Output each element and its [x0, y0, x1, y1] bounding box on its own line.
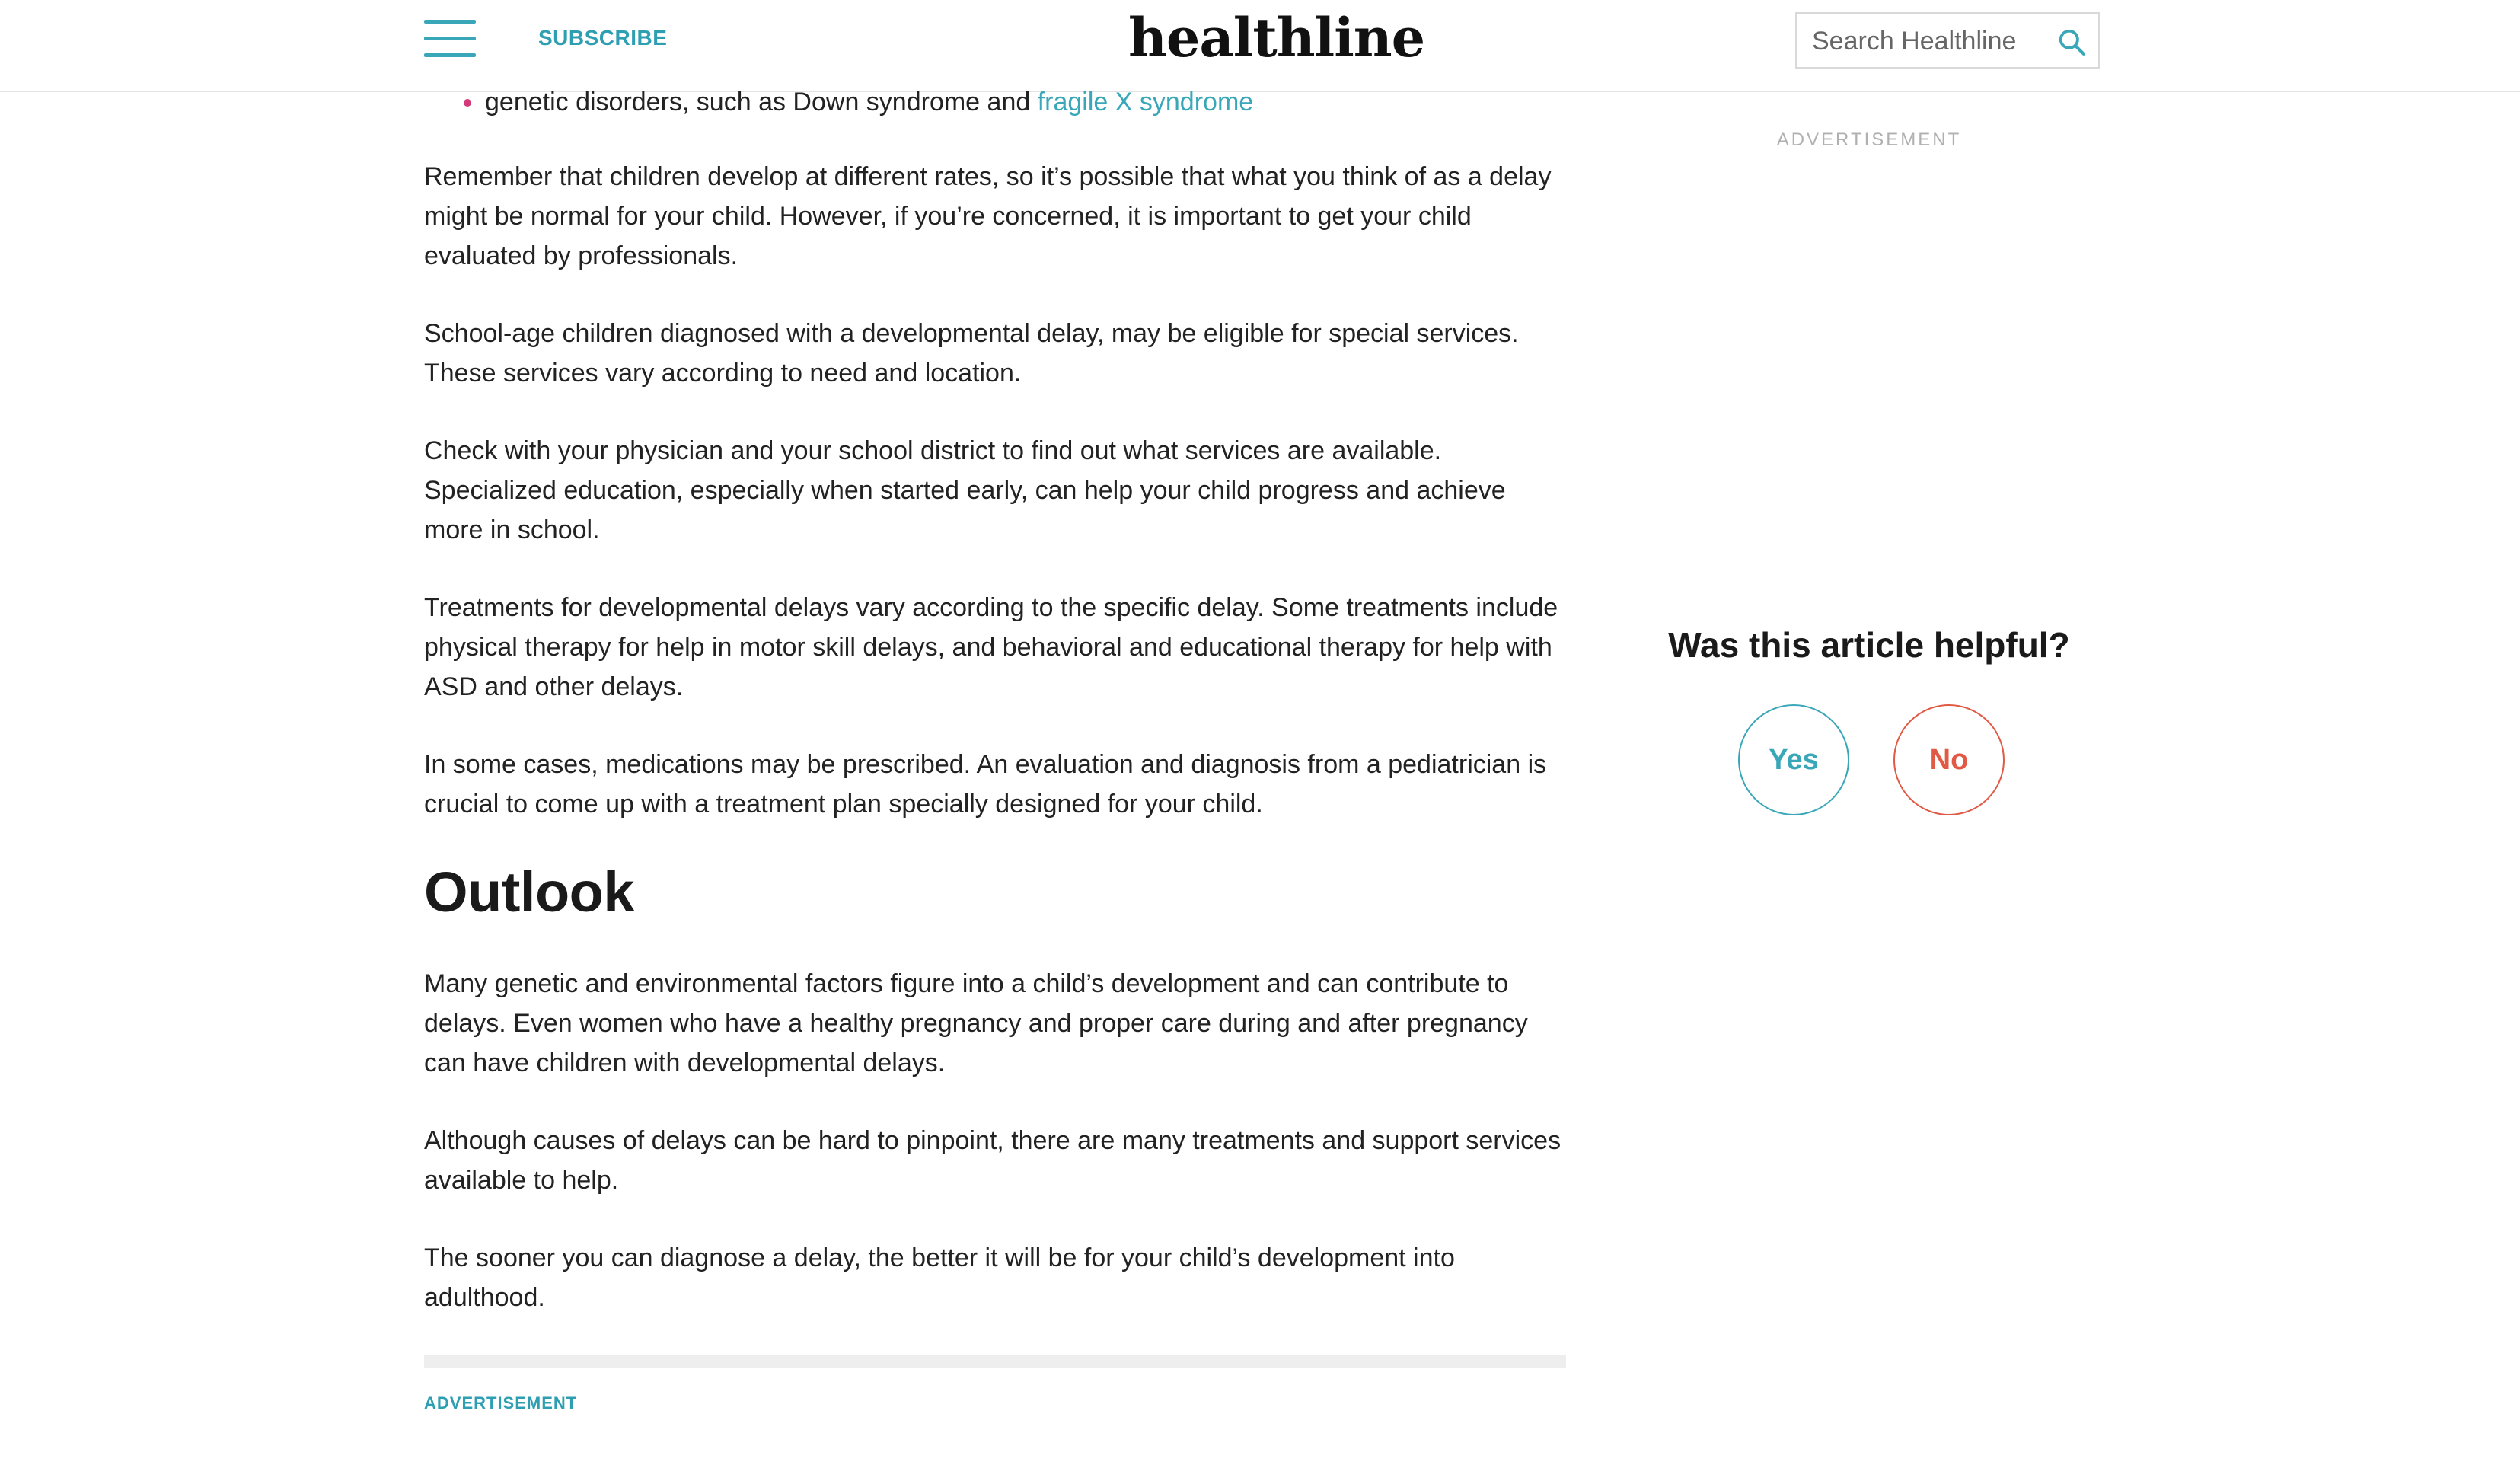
- article-paragraph: School-age children diagnosed with a dev…: [424, 319, 1519, 388]
- search-icon[interactable]: [2057, 27, 2086, 56]
- section-heading-outlook: Outlook: [424, 860, 635, 924]
- list-item: genetic disorders, such as Down syndrome…: [424, 82, 1566, 122]
- content-divider: [424, 1355, 1566, 1368]
- fragile-x-syndrome-link[interactable]: fragile X syndrome: [1038, 88, 1253, 116]
- article-paragraph: Remember that children develop at differ…: [424, 162, 1552, 270]
- sidebar-advertisement-label: ADVERTISEMENT: [1776, 129, 1962, 150]
- article-paragraph: Many genetic and environmental factors f…: [424, 969, 1528, 1077]
- bullet-icon: [464, 99, 471, 107]
- feedback-title: Was this article helpful?: [1668, 625, 2070, 665]
- article-paragraph: In some cases, medications may be prescr…: [424, 750, 1547, 819]
- search-box: [1795, 12, 2100, 69]
- article-body: genetic disorders, such as Down syndrome…: [424, 82, 1566, 1413]
- article-paragraph: The sooner you can diagnose a delay, the…: [424, 1243, 1455, 1312]
- feedback-yes-button[interactable]: Yes: [1738, 704, 1849, 815]
- menu-icon[interactable]: [424, 20, 477, 58]
- list-item-text: genetic disorders, such as Down syndrome…: [485, 88, 1038, 116]
- advertisement-label: ADVERTISEMENT: [424, 1393, 578, 1412]
- article-paragraph: Although causes of delays can be hard to…: [424, 1126, 1561, 1195]
- site-header: SUBSCRIBE healthline: [0, 0, 2520, 92]
- search-input[interactable]: [1812, 24, 2056, 58]
- feedback-no-button[interactable]: No: [1893, 704, 2005, 815]
- subscribe-link[interactable]: SUBSCRIBE: [538, 26, 667, 50]
- article-paragraph: Check with your physician and your schoo…: [424, 436, 1506, 544]
- healthline-logo[interactable]: healthline: [1128, 6, 1425, 69]
- article-paragraph: Treatments for developmental delays vary…: [424, 593, 1558, 701]
